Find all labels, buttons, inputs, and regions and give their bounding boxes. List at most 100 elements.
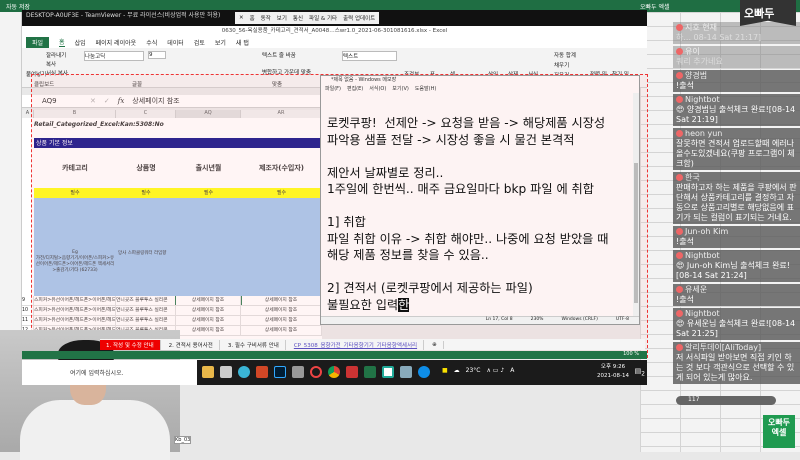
chat-text: !출석 xyxy=(676,81,694,90)
tv-update[interactable]: 출력 업데이트 xyxy=(343,14,375,22)
excel-icon[interactable] xyxy=(364,366,376,378)
tv-files[interactable]: 파일 & 기타 xyxy=(309,14,337,22)
notepad-title: *제목 없음 - Windows 메모장 xyxy=(331,77,397,83)
tv-home[interactable]: 홈 xyxy=(250,14,255,22)
chat-overlay: 지호 현재 하... 08-14 Sat 21:17] 유이 쿼리 추가네요 양경범 !출… xyxy=(673,22,800,412)
encoding: UTF-8 xyxy=(615,317,629,322)
number-format-select[interactable]: 텍스트 xyxy=(342,51,397,61)
chat-text: 😍 유세운님 출석체크 완료![08-14 Sat 21:25] xyxy=(676,319,796,338)
notepad-textarea[interactable]: 로켓쿠팡! 선제안 -> 요청을 받음 -> 해당제품 시장성 파악용 샘플 전… xyxy=(321,93,639,313)
copy-button[interactable]: 복사 xyxy=(46,60,56,68)
avatar-icon xyxy=(676,228,683,235)
avatar-icon xyxy=(676,24,683,31)
tab-insert[interactable]: 삽입 xyxy=(75,38,86,47)
chat-message: Jun-oh Kim !출석 xyxy=(673,226,800,248)
weather-icon[interactable]: ☁ xyxy=(454,367,460,374)
chat-text: !출석 xyxy=(676,295,694,304)
tab-view[interactable]: 보기 xyxy=(215,38,226,47)
tv-view[interactable]: 보기 xyxy=(277,14,287,22)
add-sheet-icon[interactable]: ⊕ xyxy=(426,340,444,349)
chat-username: 양경범 xyxy=(685,71,708,80)
tab-new[interactable]: 새 탭 xyxy=(236,38,249,47)
tv-comm[interactable]: 통신 xyxy=(293,14,303,22)
tab-home[interactable]: 홈 xyxy=(59,37,65,47)
presenter-body xyxy=(20,400,170,460)
font-size-select[interactable]: 9 xyxy=(148,51,166,59)
avatar-icon xyxy=(676,344,683,351)
autosum-button[interactable]: 자동 합계 xyxy=(554,51,576,59)
app-icon[interactable] xyxy=(382,366,394,378)
chat-username: Jun-oh Kim xyxy=(685,227,729,236)
chrome-icon[interactable] xyxy=(328,366,340,378)
notepad-content: 로켓쿠팡! 선제안 -> 요청을 받음 -> 해당제품 시장성 파악용 샘플 전… xyxy=(327,116,609,312)
app-icon[interactable] xyxy=(292,366,304,378)
avatar-icon xyxy=(676,286,683,293)
tray-icons[interactable]: ∧ ▭ ♪ xyxy=(487,367,505,374)
sheet-tab-documents[interactable]: 3. 필수 구비서류 안내 xyxy=(222,339,286,350)
chat-username: 유이 xyxy=(685,47,700,56)
wrap-text-button[interactable]: 텍스트 줄 바꿈 xyxy=(262,51,296,59)
chat-message: 유세운 !출석 xyxy=(673,284,800,306)
chat-message: Nightbot 😍 양경범님 출석체크 완료![08-14 Sat 21:19] xyxy=(673,94,800,126)
excel-statusbar: 100 % xyxy=(22,351,647,359)
app-icon[interactable] xyxy=(400,366,412,378)
taskbar-search[interactable]: 여기에 입력하십시오. xyxy=(22,360,197,385)
chat-text: 😍 Jun-oh Kim님 출석체크 완료![08-14 Sat 21:24] xyxy=(676,261,790,280)
tab-formulas[interactable]: 수식 xyxy=(146,38,157,47)
clock[interactable]: 오후 9:26 2021-08-14 xyxy=(597,363,629,381)
sheet-tabs: 1. 작성 및 수정 안내 2. 견적서 용어사전 3. 필수 구비서류 안내 … xyxy=(100,339,645,350)
sheet-tab-glossary[interactable]: 2. 견적서 용어사전 xyxy=(163,339,220,350)
menu-view[interactable]: 보기(V) xyxy=(392,85,409,93)
teamviewer-title: DESKTOP-A0UF3E - TeamViewer - 무료 라이선스(비상… xyxy=(26,12,221,19)
zoom-level: 230% xyxy=(530,317,544,322)
explorer-icon[interactable] xyxy=(202,366,214,378)
app-icon[interactable] xyxy=(310,366,322,378)
notification-icon[interactable]: ▤2 xyxy=(635,367,645,377)
app-icon[interactable] xyxy=(220,366,232,378)
chat-message: 양경범 !출석 xyxy=(673,70,800,92)
font-select[interactable]: 나눔고딕 xyxy=(84,51,144,61)
weather-temp[interactable]: 23°C xyxy=(466,367,481,374)
chat-username: Nightbot xyxy=(685,251,720,260)
chat-message: 지호 현재 하... 08-14 Sat 21:17] xyxy=(673,22,800,44)
system-tray: ■ ☁ 23°C ∧ ▭ ♪ A xyxy=(442,367,514,374)
notepad-scrollbar[interactable] xyxy=(633,93,639,318)
chat-username: heon yun xyxy=(685,129,723,138)
sheet-tab-active[interactable]: CP_5308_음향가전_기타음향기기_기타음향액세서리 xyxy=(288,339,425,350)
menu-help[interactable]: 도움말(H) xyxy=(415,85,436,93)
tab-file[interactable]: 파일 xyxy=(26,36,50,48)
cut-button[interactable]: 잘라내기 xyxy=(46,51,66,59)
tv-close-icon[interactable]: ✕ xyxy=(239,15,244,21)
chat-text: 하... 08-14 Sat 21:17] xyxy=(676,33,762,42)
menu-format[interactable]: 서식(O) xyxy=(369,85,386,93)
tv-actions[interactable]: 동작 xyxy=(261,14,271,22)
excel-zoom: 100 % xyxy=(623,351,639,357)
chat-message: 유이 쿼리 추가네요 xyxy=(673,46,800,68)
chat-message: heon yun 잘못하면 견적서 업로드할때 에러나올수도있겠네요(쿠팡 프로그… xyxy=(673,128,800,170)
ime-indicator[interactable]: A xyxy=(510,367,514,374)
windows-taskbar: 여기에 입력하십시오. ■ ☁ 23°C ∧ ▭ ♪ A 오후 9:26 2021… xyxy=(22,360,647,385)
sheet-tab-guide[interactable]: 1. 작성 및 수정 안내 xyxy=(100,339,161,350)
ime-composing-char: 한 xyxy=(398,297,410,312)
chat-text: 😍 양경범님 출석체크 완료![08-14 Sat 21:19] xyxy=(676,105,796,124)
fill-button[interactable]: 채우기 xyxy=(554,61,569,69)
menu-file[interactable]: 파일(F) xyxy=(325,85,341,93)
chat-username: 한국 xyxy=(685,173,700,182)
chat-username: Nightbot xyxy=(685,95,720,104)
kakaotalk-tray-icon[interactable]: ■ xyxy=(442,367,448,374)
chat-username: 지호 현재 xyxy=(685,23,717,32)
tab-data[interactable]: 데이터 xyxy=(167,38,184,47)
chat-username: 알리투데이[AliToday] xyxy=(685,343,762,352)
photoshop-icon[interactable] xyxy=(274,366,286,378)
avatar-icon xyxy=(676,130,683,137)
powerpoint-icon[interactable] xyxy=(256,366,268,378)
tab-page-layout[interactable]: 페이지 레이아웃 xyxy=(96,38,137,47)
notification-count: 2 xyxy=(641,371,645,378)
chat-message: 한국 판매하고자 하는 제품을 쿠팡에서 판단해서 상품카테고리를 결정하고 자동… xyxy=(673,172,800,224)
teamviewer-icon[interactable] xyxy=(418,366,430,378)
cursor-position: Ln 17, Col 8 xyxy=(485,317,513,322)
app-icon[interactable] xyxy=(238,366,250,378)
app-icon[interactable] xyxy=(346,366,358,378)
tab-review[interactable]: 검토 xyxy=(194,38,205,47)
menu-edit[interactable]: 편집(E) xyxy=(347,85,363,93)
